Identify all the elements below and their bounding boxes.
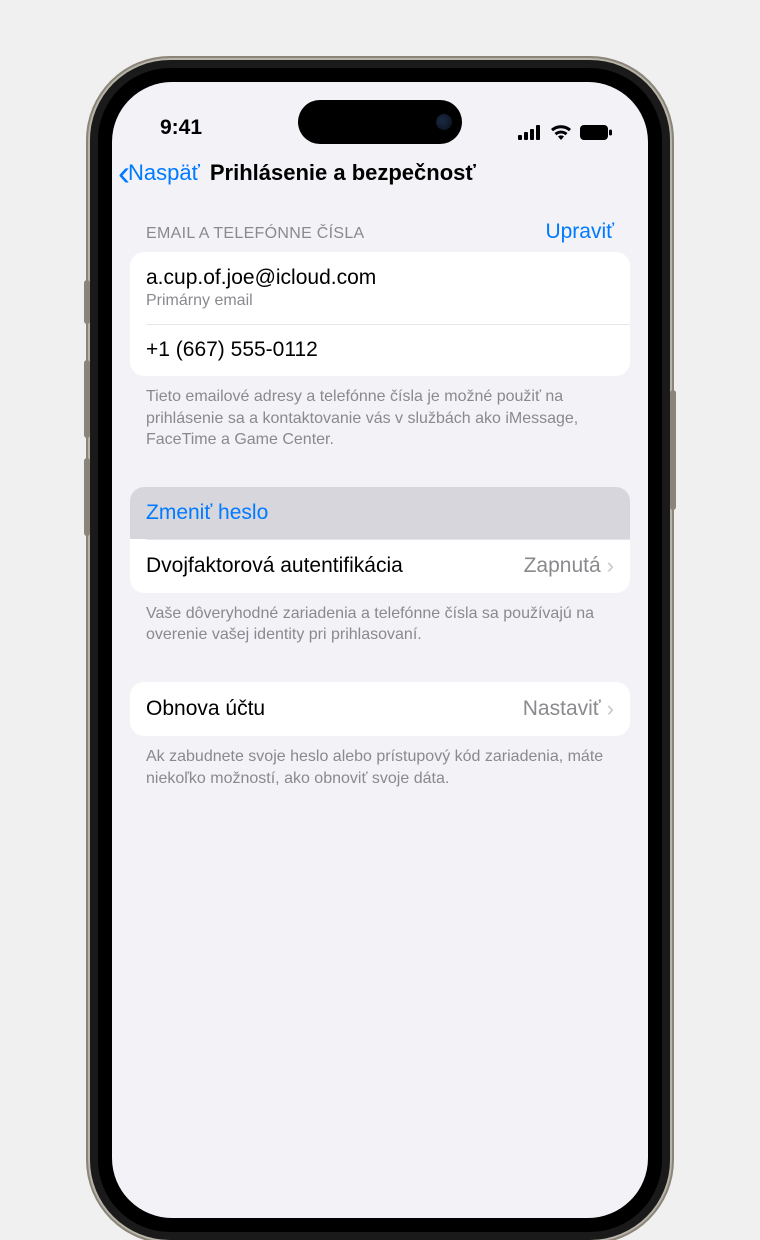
cellular-icon	[518, 125, 542, 140]
phone-value: +1 (667) 555-0112	[146, 338, 318, 362]
password-footer: Vaše dôveryhodné zariadenia a telefónne …	[130, 593, 630, 646]
front-camera	[436, 114, 452, 130]
email-subtitle: Primárny email	[146, 292, 376, 310]
two-factor-row[interactable]: Dvojfaktorová autentifikácia Zapnutá ›	[130, 539, 630, 593]
change-password-row[interactable]: Zmeniť heslo	[130, 487, 630, 539]
volume-down-button	[84, 458, 90, 536]
screen: 9:41	[112, 82, 648, 1218]
volume-up-button	[84, 360, 90, 438]
dynamic-island	[298, 100, 462, 144]
contacts-card: a.cup.of.joe@icloud.com Primárny email +…	[130, 252, 630, 376]
contacts-section-header: EMAIL A TELEFÓNNE ČÍSLA Upraviť	[130, 200, 630, 252]
navigation-bar: ‹ Naspäť Prihlásenie a bezpečnosť	[112, 144, 648, 200]
contacts-footer: Tieto emailové adresy a telefónne čísla …	[130, 376, 630, 451]
wifi-icon	[550, 124, 572, 140]
recovery-card: Obnova účtu Nastaviť ›	[130, 682, 630, 736]
change-password-label: Zmeniť heslo	[146, 501, 268, 525]
chevron-right-icon: ›	[607, 696, 614, 722]
page-title: Prihlásenie a bezpečnosť	[210, 160, 476, 186]
chevron-right-icon: ›	[607, 553, 614, 579]
battery-icon	[580, 125, 612, 140]
silent-switch	[84, 280, 90, 324]
power-button	[670, 390, 676, 510]
phone-row[interactable]: +1 (667) 555-0112	[130, 324, 630, 376]
recovery-label: Obnova účtu	[146, 697, 265, 721]
back-label: Naspäť	[128, 160, 200, 186]
bezel: 9:41	[98, 68, 662, 1232]
recovery-value: Nastaviť	[523, 697, 601, 721]
edit-button[interactable]: Upraviť	[545, 220, 614, 244]
two-factor-label: Dvojfaktorová autentifikácia	[146, 554, 403, 578]
content: EMAIL A TELEFÓNNE ČÍSLA Upraviť a.cup.of…	[112, 200, 648, 789]
email-value: a.cup.of.joe@icloud.com	[146, 266, 376, 290]
email-row[interactable]: a.cup.of.joe@icloud.com Primárny email	[130, 252, 630, 324]
password-card: Zmeniť heslo Dvojfaktorová autentifikáci…	[130, 487, 630, 593]
back-button[interactable]: ‹ Naspäť	[118, 160, 200, 186]
two-factor-value: Zapnutá	[524, 554, 601, 578]
contacts-header-label: EMAIL A TELEFÓNNE ČÍSLA	[146, 225, 365, 243]
account-recovery-row[interactable]: Obnova účtu Nastaviť ›	[130, 682, 630, 736]
phone-frame: 9:41	[90, 60, 670, 1240]
recovery-footer: Ak zabudnete svoje heslo alebo prístupov…	[130, 736, 630, 789]
status-indicators	[518, 124, 612, 140]
status-time: 9:41	[160, 116, 202, 140]
